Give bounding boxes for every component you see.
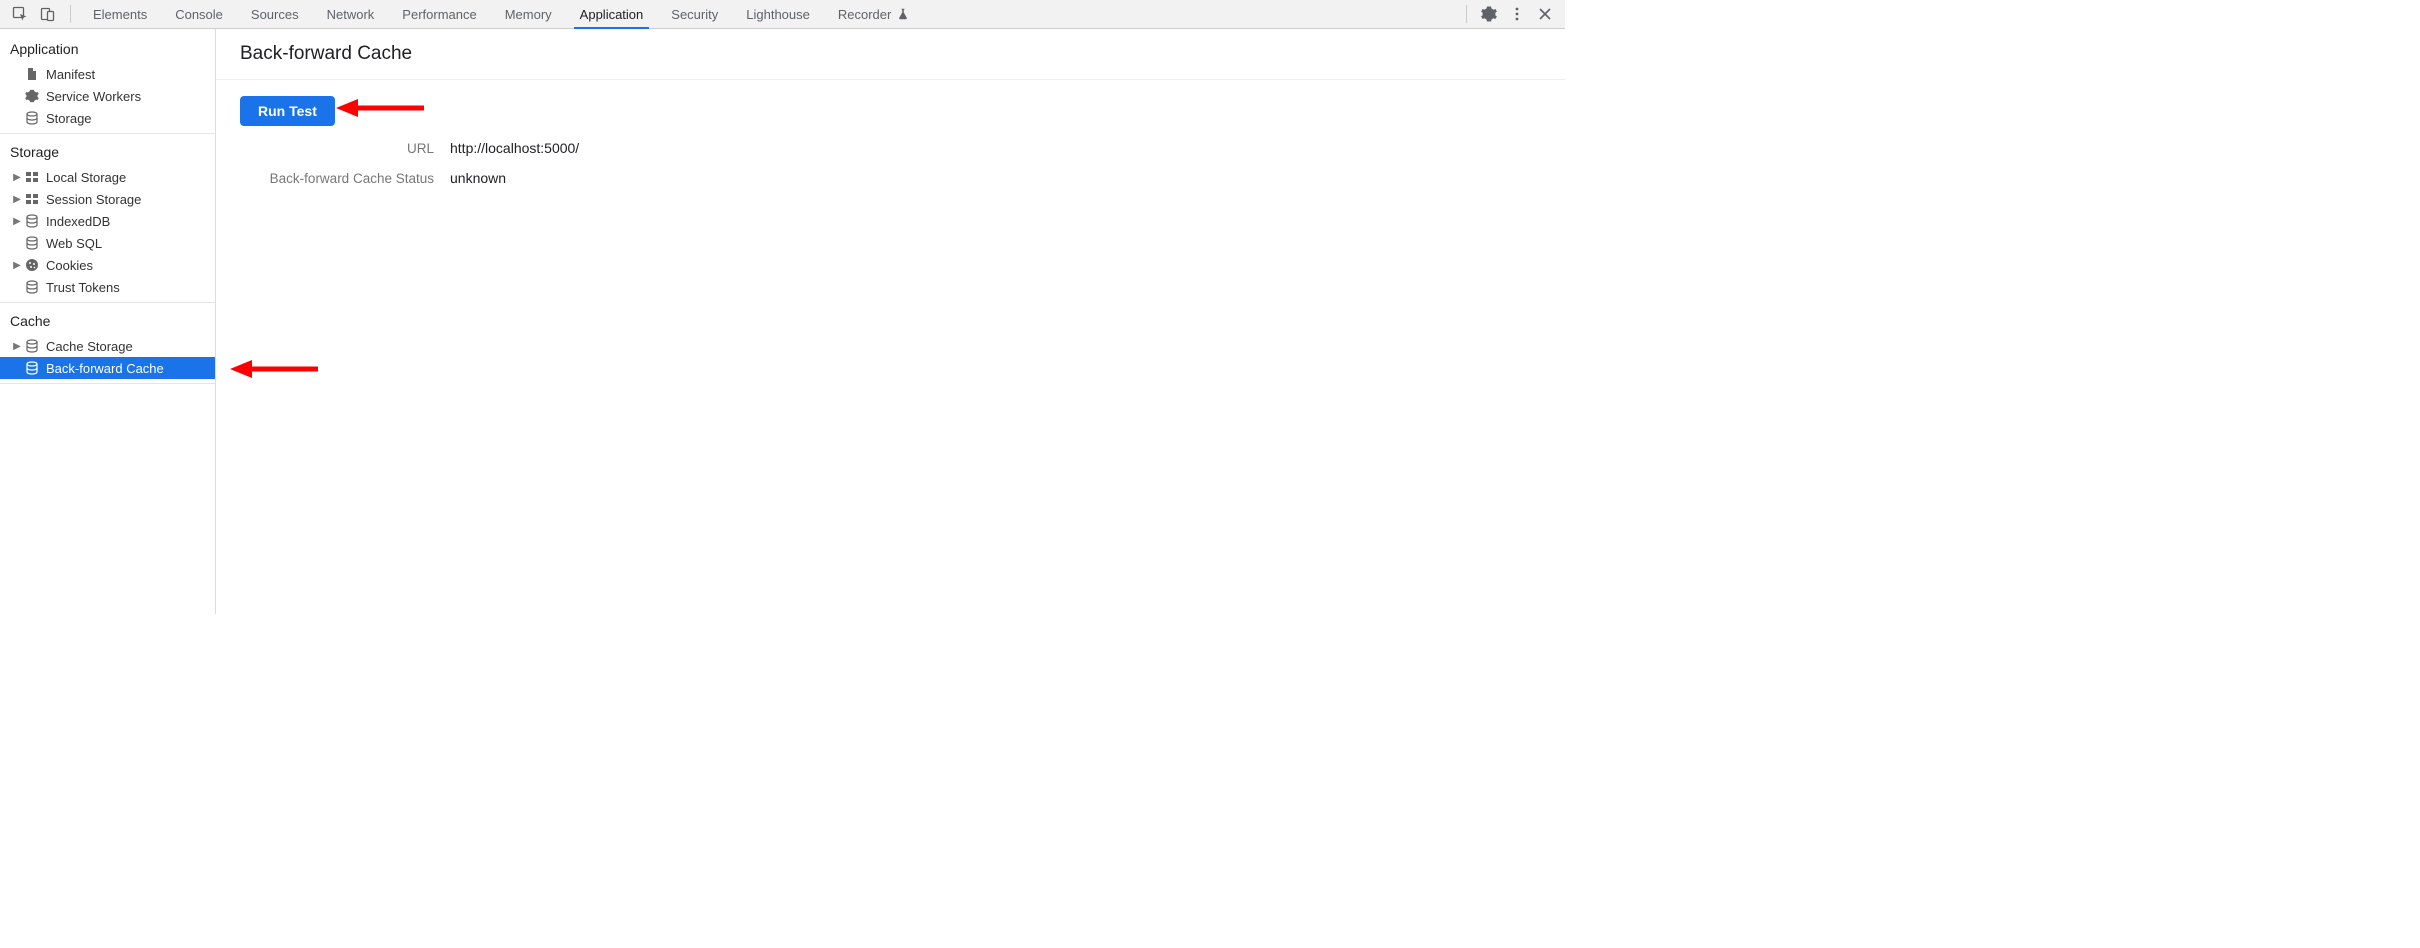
application-sidebar: Application Manifest Service Workers Sto… <box>0 29 216 614</box>
inspect-element-icon[interactable] <box>9 3 31 25</box>
annotation-arrow-run-test <box>336 96 426 120</box>
db-icon <box>24 235 40 251</box>
chevron-right-icon[interactable]: ▶ <box>12 216 22 227</box>
run-test-button[interactable]: Run Test <box>240 96 335 126</box>
tab-memory[interactable]: Memory <box>491 0 566 28</box>
sidebar-group-cache: Cache <box>0 307 215 335</box>
sidebar-item-label: Back-forward Cache <box>46 361 164 376</box>
tab-console[interactable]: Console <box>161 0 237 28</box>
settings-icon[interactable] <box>1478 3 1500 25</box>
more-menu-icon[interactable] <box>1506 3 1528 25</box>
device-toggle-icon[interactable] <box>37 3 59 25</box>
db-icon <box>24 279 40 295</box>
bfcache-status-label: Back-forward Cache Status <box>240 171 450 186</box>
main-panel: Back-forward Cache Run Test URL http://l… <box>216 29 1565 614</box>
file-icon <box>24 66 40 82</box>
tab-recorder[interactable]: Recorder <box>824 0 923 28</box>
gear-icon <box>24 88 40 104</box>
devtools-tabbar: Elements Console Sources Network Perform… <box>0 0 1565 29</box>
sidebar-item-cookies[interactable]: ▶ Cookies <box>0 254 215 276</box>
sidebar-item-label: Cache Storage <box>46 339 133 354</box>
chevron-right-icon[interactable]: ▶ <box>12 194 22 205</box>
sidebar-item-service-workers[interactable]: Service Workers <box>0 85 215 107</box>
page-title: Back-forward Cache <box>216 29 1565 80</box>
sidebar-item-label: Storage <box>46 111 92 126</box>
sidebar-item-label: Web SQL <box>46 236 102 251</box>
sidebar-item-web-sql[interactable]: Web SQL <box>0 232 215 254</box>
sidebar-group-application: Application <box>0 35 215 63</box>
sidebar-item-manifest[interactable]: Manifest <box>0 63 215 85</box>
sidebar-item-label: Trust Tokens <box>46 280 120 295</box>
url-label: URL <box>240 141 450 156</box>
sidebar-item-storage[interactable]: Storage <box>0 107 215 129</box>
sidebar-item-cache-storage[interactable]: ▶ Cache Storage <box>0 335 215 357</box>
grid-icon <box>24 169 40 185</box>
tab-network[interactable]: Network <box>313 0 389 28</box>
sidebar-item-trust-tokens[interactable]: Trust Tokens <box>0 276 215 298</box>
sidebar-item-label: Manifest <box>46 67 95 82</box>
tabbar-separator-right <box>1466 5 1467 23</box>
db-icon <box>24 213 40 229</box>
sidebar-item-session-storage[interactable]: ▶ Session Storage <box>0 188 215 210</box>
chevron-right-icon[interactable]: ▶ <box>12 260 22 271</box>
db-icon <box>24 338 40 354</box>
sidebar-item-local-storage[interactable]: ▶ Local Storage <box>0 166 215 188</box>
flask-icon <box>897 8 909 20</box>
sidebar-item-label: Local Storage <box>46 170 126 185</box>
db-icon <box>24 360 40 376</box>
tab-sources[interactable]: Sources <box>237 0 313 28</box>
tabbar-separator <box>70 5 71 23</box>
db-icon <box>24 110 40 126</box>
url-value: http://localhost:5000/ <box>450 140 579 156</box>
chevron-right-icon[interactable]: ▶ <box>12 172 22 183</box>
cookie-icon <box>24 257 40 273</box>
sidebar-item-label: Session Storage <box>46 192 141 207</box>
tab-performance[interactable]: Performance <box>388 0 490 28</box>
grid-icon <box>24 191 40 207</box>
sidebar-item-back-forward-cache[interactable]: Back-forward Cache <box>0 357 215 379</box>
close-devtools-icon[interactable] <box>1534 3 1556 25</box>
panel-tabs: Elements Console Sources Network Perform… <box>79 0 923 28</box>
sidebar-item-label: IndexedDB <box>46 214 110 229</box>
sidebar-group-storage: Storage <box>0 138 215 166</box>
tab-elements[interactable]: Elements <box>79 0 161 28</box>
sidebar-item-label: Service Workers <box>46 89 141 104</box>
sidebar-item-indexeddb[interactable]: ▶ IndexedDB <box>0 210 215 232</box>
chevron-right-icon[interactable]: ▶ <box>12 341 22 352</box>
tab-lighthouse[interactable]: Lighthouse <box>732 0 824 28</box>
tab-application[interactable]: Application <box>566 0 658 28</box>
tab-security[interactable]: Security <box>657 0 732 28</box>
sidebar-item-label: Cookies <box>46 258 93 273</box>
bfcache-status-value: unknown <box>450 170 506 186</box>
